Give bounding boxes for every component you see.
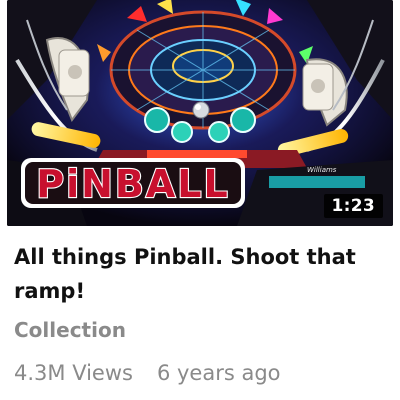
duration-badge: 1:23 [323, 194, 383, 218]
pinball-playfield-image: Williams PiNBALL [7, 0, 393, 226]
svg-text:PiNBALL: PiNBALL [36, 162, 229, 206]
upload-age: 6 years ago [156, 361, 281, 385]
channel-name[interactable]: Collection [14, 317, 126, 343]
video-title[interactable]: All things Pinball. Shoot that ramp! [14, 240, 384, 308]
pinball-logo: PiNBALL [21, 158, 245, 208]
video-thumbnail[interactable]: Williams PiNBALL 1:23 [7, 0, 393, 226]
view-count: 4.3M Views [14, 361, 133, 385]
video-card[interactable]: Williams PiNBALL 1:23 All things Pinball… [0, 0, 400, 400]
williams-brand-text: Williams [307, 166, 337, 174]
video-meta: 4.3M Views 6 years ago [14, 359, 281, 387]
